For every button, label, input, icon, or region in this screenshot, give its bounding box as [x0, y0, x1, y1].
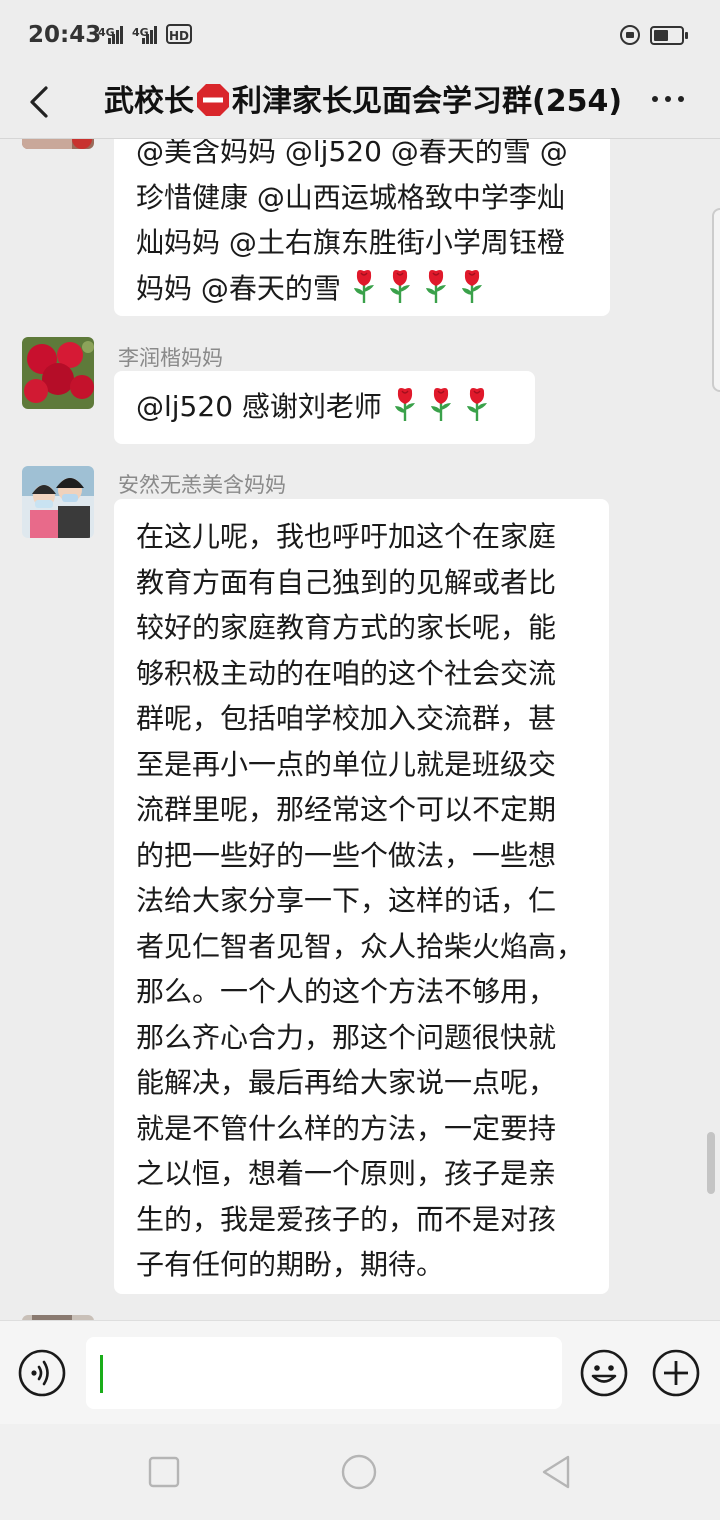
message-bubble[interactable]: 在这儿呢，我也呼吁加这个在家庭 教育方面有自己独到的见解或者比 较好的家庭教育方式的…: [114, 499, 609, 1294]
signal-bars-2-icon: [142, 26, 158, 44]
square-icon[interactable]: [146, 1454, 182, 1490]
message-line: 珍惜健康 @山西运城格致中学李灿: [136, 180, 565, 214]
battery-icon: [650, 26, 688, 45]
group-title: 武校长 利津家长见面会学习群(254): [104, 76, 624, 119]
battery-fill: [654, 30, 668, 41]
status-bar: 20:43 4G 4G HD: [0, 0, 720, 70]
rose-emoji-icon: [387, 268, 413, 304]
roses: [341, 269, 485, 305]
message-input[interactable]: [86, 1337, 562, 1409]
message-line: 能解决，最后再给大家说一点呢，: [136, 1066, 557, 1099]
more-dots-icon[interactable]: [648, 90, 688, 110]
rose-emoji-icon: [464, 386, 490, 422]
rose-emoji-icon: [392, 386, 418, 422]
system-nav-bar: [0, 1424, 720, 1520]
message-line: @美含妈妈 @lj520 @春天的雪 @: [136, 139, 568, 168]
message-line: 那么齐心合力，那这个问题很快就: [136, 1020, 557, 1054]
circle-icon[interactable]: [341, 1454, 377, 1490]
avatar[interactable]: [22, 466, 94, 538]
message-line: 就是不管什么样的方法，一定要持: [136, 1111, 557, 1145]
message-bubble[interactable]: @美含妈妈 @lj520 @春天的雪 @ 珍惜健康 @山西运城格致中学李灿 灿妈…: [114, 139, 610, 316]
triangle-back-icon[interactable]: [538, 1454, 574, 1490]
rose-emoji-icon: [428, 386, 454, 422]
rotation-lock-icon: [620, 25, 640, 45]
voice-icon[interactable]: [18, 1349, 66, 1397]
hd-badge: HD: [166, 24, 192, 44]
message-line: 在这儿呢，我也呼吁加这个在家庭: [136, 520, 557, 553]
avatar[interactable]: [22, 139, 94, 149]
text-caret: [100, 1355, 103, 1393]
message-line-with-roses: @lj520 感谢刘老师: [136, 384, 513, 430]
roses: [382, 388, 490, 423]
rose-emoji-icon: [351, 268, 377, 304]
sender-name: 李润楷妈妈: [118, 346, 223, 370]
message-line: 那么。一个人的这个方法不够用，: [136, 975, 557, 1008]
message-line: 之以恒，想着一个原则，孩子是亲: [136, 1157, 557, 1190]
message-line: 生的，我是爱孩子的，而不是对孩: [136, 1202, 557, 1236]
sender-name: 安然无恙美含妈妈: [118, 473, 286, 497]
message-text: @lj520 感谢刘老师: [136, 390, 382, 423]
message-line: 法给大家分享一下，这样的话，仁: [136, 884, 557, 917]
chat-area[interactable]: @美含妈妈 @lj520 @春天的雪 @ 珍惜健康 @山西运城格致中学李灿 灿妈…: [0, 139, 720, 1320]
scrollbar-thumb[interactable]: [707, 1132, 715, 1194]
signal-bars-1-icon: [108, 26, 124, 44]
input-bar: [0, 1320, 720, 1425]
group-title-part2: 利津家长见面会学习群(254): [232, 84, 623, 119]
chat-header: 武校长 利津家长见面会学习群(254): [0, 70, 720, 139]
status-time: 20:43: [28, 22, 102, 48]
message-text: 妈妈 @春天的雪: [136, 271, 341, 305]
message-line-with-roses: 妈妈 @春天的雪: [136, 266, 588, 312]
message-bubble[interactable]: @lj520 感谢刘老师: [114, 371, 535, 444]
message-line: 教育方面有自己独到的见解或者比: [136, 565, 557, 599]
plus-icon[interactable]: [652, 1349, 700, 1397]
message-line: 较好的家庭教育方式的家长呢，能: [136, 611, 557, 644]
message-line: 至是再小一点的单位儿就是班级交: [136, 747, 557, 781]
message-line: 够积极主动的在咱的这个社会交流: [136, 656, 557, 690]
message-line: 者见仁智者见智，众人拾柴火焰高，: [136, 929, 585, 963]
side-edge-handle[interactable]: [712, 208, 720, 392]
rose-emoji-icon: [459, 268, 485, 304]
message-line: 灿妈妈 @土右旗东胜街小学周钰橙: [136, 226, 565, 259]
message-line: 的把一些好的一些个做法，一些想: [136, 838, 557, 872]
message-line: 群呢，包括咱学校加入交流群，甚: [136, 702, 557, 735]
avatar[interactable]: [22, 337, 94, 409]
message-line: 子有任何的期盼，期待。: [136, 1248, 445, 1281]
message-line: 流群里呢，那经常这个可以不定期: [136, 793, 557, 826]
chevron-left-icon[interactable]: [24, 82, 58, 122]
rose-emoji-icon: [423, 268, 449, 304]
emoji-icon[interactable]: [580, 1349, 628, 1397]
stop-sign-icon: [197, 84, 229, 116]
group-title-part1: 武校长: [104, 84, 194, 119]
